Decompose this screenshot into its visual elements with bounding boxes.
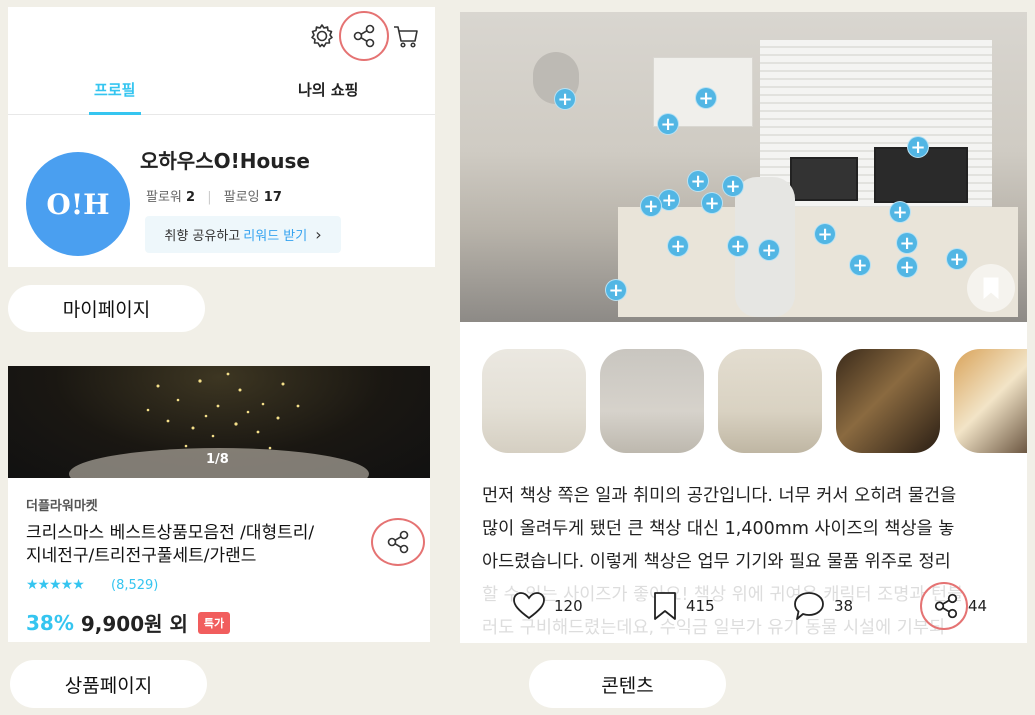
content-card: + + + + + + + + + + + + + + + + + + + 먼저… (460, 12, 1027, 643)
avatar[interactable]: O!H (26, 152, 130, 256)
profile-name: 오하우스O!House (140, 149, 310, 173)
thumbnail-lamp[interactable] (954, 349, 1027, 453)
divider: | (207, 190, 212, 205)
followers-label[interactable]: 팔로워 (146, 190, 182, 205)
share-button[interactable]: 44 (920, 582, 1027, 630)
chevron-right-icon: › (315, 225, 322, 244)
description-line: 많이 올려두게 됐던 큰 책상 대신 1,400mm 사이즈의 책상을 놓 (482, 519, 955, 539)
product-tag-dot[interactable]: + (667, 235, 689, 257)
profile-tabs: 프로필 나의 쇼핑 (8, 71, 435, 115)
tab-my-shopping[interactable]: 나의 쇼핑 (222, 71, 436, 114)
price: 9,900원 외 (80, 612, 188, 636)
product-tag-dot[interactable]: + (687, 170, 709, 192)
discount-rate: 38% (26, 610, 74, 635)
caption-product-page: 상품페이지 (10, 660, 207, 708)
special-badge: 특가 (197, 611, 231, 634)
thumbnail-bins[interactable] (718, 349, 822, 453)
product-title-line: 크리스마스 베스트상품모음전 /대형트리/ (26, 523, 315, 543)
product-title[interactable]: 크리스마스 베스트상품모음전 /대형트리/ 지네전구/트리전구풀세트/가랜드 (26, 522, 356, 568)
product-tag-dot[interactable]: + (907, 136, 929, 158)
like-count: 120 (554, 597, 583, 615)
room-photo[interactable]: + + + + + + + + + + + + + + + + + + + (460, 12, 1027, 322)
product-tag-dot[interactable]: + (758, 239, 780, 261)
caption-content: 콘텐츠 (529, 660, 726, 708)
monitor-left (790, 157, 858, 201)
image-counter: 1/8 (206, 452, 229, 467)
product-tag-dot[interactable]: + (554, 88, 576, 110)
seller-name[interactable]: 더플라워마켓 (26, 495, 98, 514)
gear-icon[interactable] (307, 21, 337, 51)
review-count[interactable]: (8,529) (111, 578, 158, 593)
product-tag-dot[interactable]: + (727, 235, 749, 257)
like-button[interactable]: 120 (512, 591, 652, 621)
scrap-count: 415 (686, 597, 715, 615)
product-tag-dot[interactable]: + (640, 195, 662, 217)
product-tag-dot[interactable]: + (814, 223, 836, 245)
share-count: 44 (968, 597, 988, 615)
product-tag-dot[interactable]: + (605, 279, 627, 301)
comment-count: 38 (834, 597, 854, 615)
comment-button[interactable]: 38 (792, 590, 932, 622)
caption-mypage: 마이페이지 (8, 285, 205, 332)
thumbnail-strip (482, 349, 1027, 453)
following-label[interactable]: 팔로잉 (224, 190, 260, 205)
reward-banner[interactable]: 취향 공유하고 리워드 받기 › (145, 216, 341, 253)
comment-icon (794, 592, 824, 620)
price-row: 38% 9,900원 외 특가 (26, 608, 231, 637)
product-image[interactable]: 1/8 (8, 366, 430, 478)
description-line: 아드렸습니다. 이렇게 책상은 업무 기기와 필요 물품 위주로 정리 (482, 552, 951, 572)
highlight-circle (920, 582, 968, 630)
product-tag-dot[interactable]: + (657, 113, 679, 135)
product-tag-dot[interactable]: + (849, 254, 871, 276)
followers-count[interactable]: 2 (186, 190, 195, 205)
thumbnail-sideboard[interactable] (482, 349, 586, 453)
highlight-circle (339, 11, 389, 61)
scrap-button[interactable]: 415 (652, 591, 792, 621)
thumbnail-shelf[interactable] (836, 349, 940, 453)
profile-header-icons (307, 11, 421, 61)
product-tag-dot[interactable]: + (695, 87, 717, 109)
product-tag-dot[interactable]: + (896, 256, 918, 278)
follow-stats: 팔로워 2 | 팔로잉 17 (146, 186, 282, 205)
product-tag-dot[interactable]: + (896, 232, 918, 254)
product-title-line: 지네전구/트리전구풀세트/가랜드 (26, 546, 257, 566)
heart-icon (513, 592, 545, 620)
tab-profile[interactable]: 프로필 (8, 71, 222, 115)
product-tag-dot[interactable]: + (722, 175, 744, 197)
reward-link[interactable]: 리워드 받기 (243, 225, 307, 244)
product-tag-dot[interactable]: + (946, 248, 968, 270)
cart-icon[interactable] (391, 21, 421, 51)
reward-prefix: 취향 공유하고 (164, 229, 241, 244)
rating-stars: ★★★★★ (26, 577, 85, 593)
description-line: 먼저 책상 쪽은 일과 취미의 공간입니다. 너무 커서 오히려 물건을 (482, 486, 957, 506)
bookmark-icon[interactable] (967, 264, 1015, 312)
profile-card: 프로필 나의 쇼핑 O!H 오하우스O!House 팔로워 2 | 팔로잉 17… (8, 7, 435, 267)
thumbnail-desk[interactable] (600, 349, 704, 453)
share-icon[interactable] (371, 518, 425, 566)
highlight-circle (371, 518, 425, 566)
bookmark-icon (654, 592, 676, 620)
product-tag-dot[interactable]: + (701, 192, 723, 214)
share-icon[interactable] (339, 11, 389, 61)
product-card[interactable]: 1/8 더플라워마켓 크리스마스 베스트상품모음전 /대형트리/ 지네전구/트리… (8, 366, 430, 642)
following-count[interactable]: 17 (264, 190, 282, 205)
product-tag-dot[interactable]: + (889, 201, 911, 223)
action-bar: 120 415 38 44 (512, 582, 1027, 630)
